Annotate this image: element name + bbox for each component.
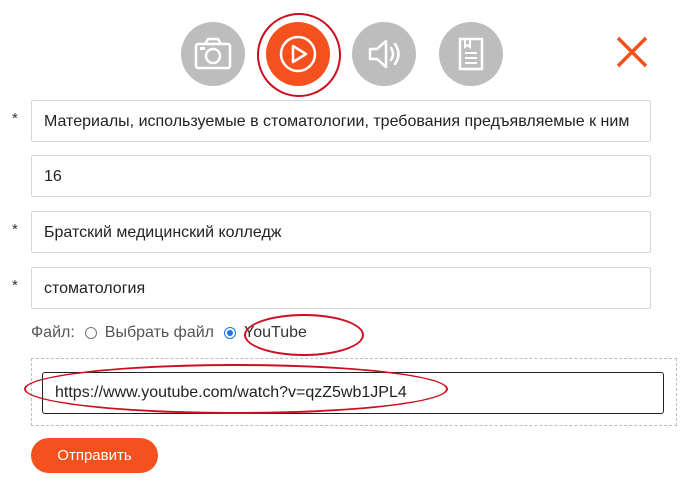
upload-radio[interactable]	[84, 327, 97, 339]
document-icon	[458, 37, 484, 71]
youtube-url-input[interactable]: https://www.youtube.com/watch?v=qzZ5wb1J…	[42, 372, 664, 414]
required-mark: *	[12, 277, 18, 294]
file-type-selector: Файл: Выбрать файл YouTube	[31, 322, 307, 344]
required-mark: *	[12, 110, 18, 127]
file-label: Файл:	[31, 324, 75, 341]
play-icon	[279, 35, 317, 73]
title-field[interactable]: Материалы, используемые в стоматологии, …	[31, 100, 651, 142]
close-button[interactable]	[614, 34, 650, 70]
camera-icon	[194, 37, 232, 70]
youtube-radio[interactable]	[224, 327, 237, 339]
institution-field[interactable]: Братский медицинский колледж	[31, 211, 651, 253]
required-mark: *	[12, 221, 18, 238]
close-icon	[616, 36, 648, 68]
document-button[interactable]	[439, 22, 503, 86]
number-field[interactable]: 16	[31, 155, 651, 197]
upload-option-label[interactable]: Выбрать файл	[105, 324, 214, 342]
youtube-option-label[interactable]: YouTube	[244, 324, 307, 342]
video-button[interactable]	[266, 22, 330, 86]
specialty-field[interactable]: стоматология	[31, 267, 651, 309]
submit-button[interactable]: Отправить	[31, 438, 158, 473]
audio-button[interactable]	[352, 22, 416, 86]
speaker-icon	[368, 39, 400, 69]
photo-button[interactable]	[181, 22, 245, 86]
